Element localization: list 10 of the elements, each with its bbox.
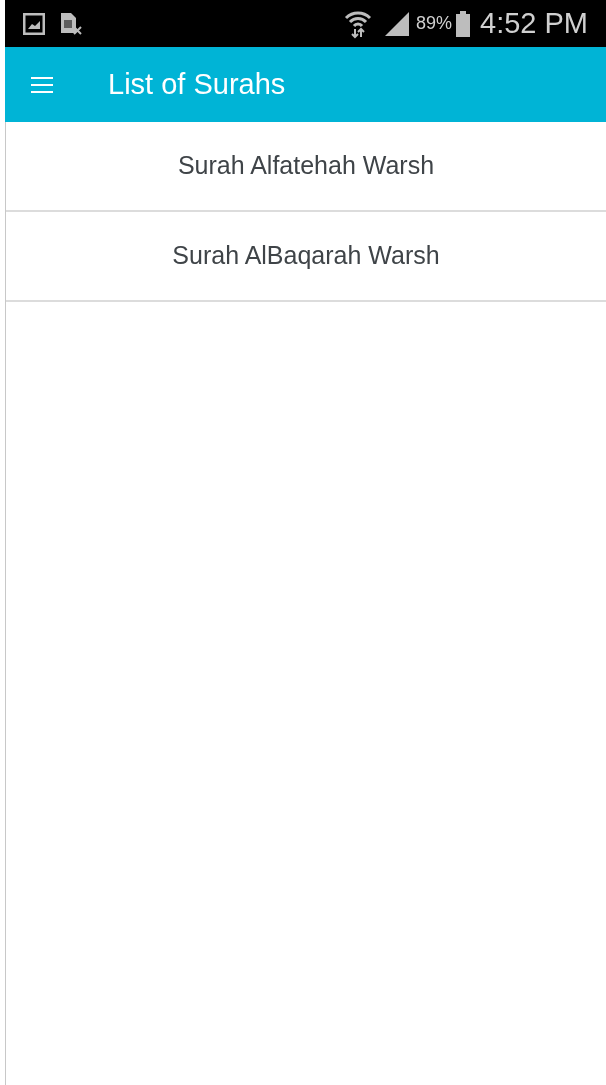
clock: 4:52 PM [480, 5, 588, 41]
menu-icon [31, 76, 53, 93]
signal-icon [383, 10, 410, 37]
battery-icon [456, 10, 470, 37]
surah-list-item[interactable]: Surah Alfatehah Warsh [6, 122, 606, 212]
battery-percent: 89% [415, 12, 452, 35]
surah-list-item[interactable]: Surah AlBaqarah Warsh [6, 212, 606, 302]
sim-card-icon [59, 11, 83, 36]
gallery-icon [23, 12, 45, 35]
app-bar-title: List of Surahs [108, 66, 286, 102]
